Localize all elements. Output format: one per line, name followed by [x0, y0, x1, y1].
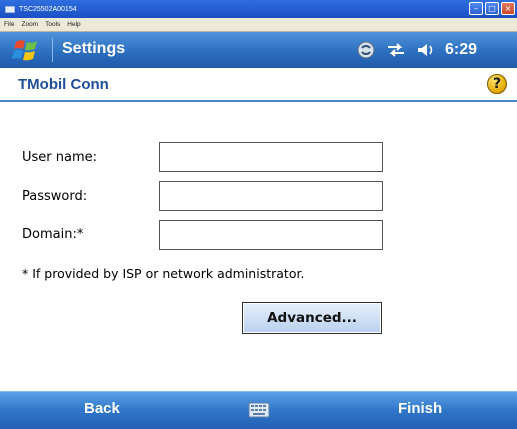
title-separator [52, 38, 53, 62]
page-title: TMobil Conn [18, 76, 109, 93]
status-area: 6:29 [355, 38, 477, 62]
emulator-title-bar: TSC25502A00154 – □ × [0, 0, 517, 18]
finish-softkey[interactable]: Finish [398, 400, 442, 417]
maximize-icon[interactable]: □ [485, 2, 499, 15]
emulator-app-icon [5, 5, 15, 13]
close-icon[interactable]: × [501, 2, 515, 15]
menu-help[interactable]: Help [67, 21, 80, 28]
menu-file[interactable]: File [4, 21, 14, 28]
soft-key-bar: Back Finish [0, 391, 517, 429]
minimize-icon[interactable]: – [469, 2, 483, 15]
sync-icon[interactable] [355, 40, 377, 60]
help-icon[interactable]: ? [487, 74, 507, 94]
app-title: Settings [62, 40, 126, 57]
menu-zoom[interactable]: Zoom [21, 21, 38, 28]
windows-start-icon[interactable] [10, 36, 44, 64]
username-label: User name: [22, 150, 98, 165]
volume-icon[interactable] [415, 40, 437, 60]
domain-note: * If provided by ISP or network administ… [22, 266, 305, 281]
menu-tools[interactable]: Tools [45, 21, 60, 28]
domain-label: Domain:* [22, 227, 84, 242]
emulator-menu-bar: File Zoom Tools Help [0, 18, 517, 32]
password-field[interactable] [159, 181, 383, 211]
clock[interactable]: 6:29 [445, 41, 477, 59]
keyboard-icon[interactable] [248, 400, 270, 420]
device-title-bar: Settings 6:29 [0, 32, 517, 68]
page-header: TMobil Conn ? [0, 68, 517, 102]
connectivity-icon[interactable] [385, 40, 407, 60]
back-softkey[interactable]: Back [84, 400, 120, 417]
username-field[interactable] [159, 142, 383, 172]
emulator-title: TSC25502A00154 [19, 5, 77, 13]
advanced-button[interactable]: Advanced... [242, 302, 382, 334]
password-label: Password: [22, 189, 88, 204]
window-controls: – □ × [469, 2, 515, 15]
domain-field[interactable] [159, 220, 383, 250]
